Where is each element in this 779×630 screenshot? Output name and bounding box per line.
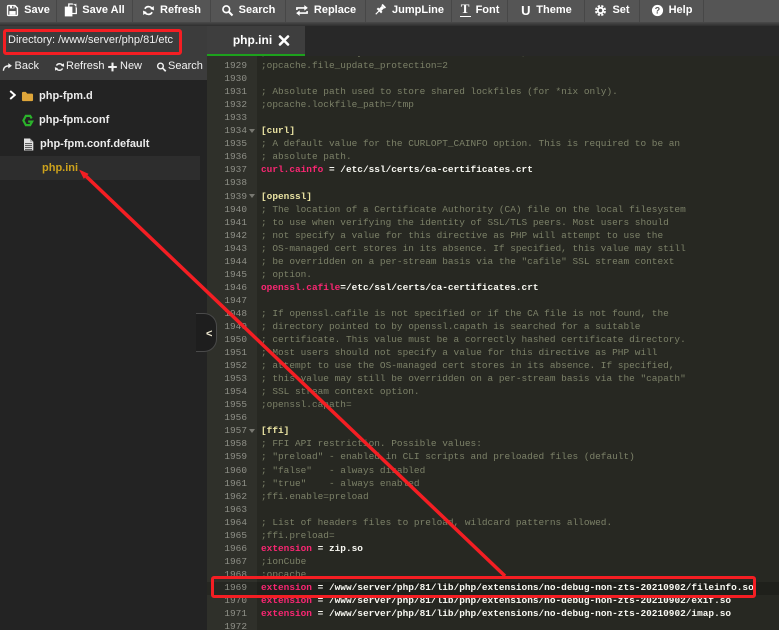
svg-text:?: ? <box>654 5 659 15</box>
